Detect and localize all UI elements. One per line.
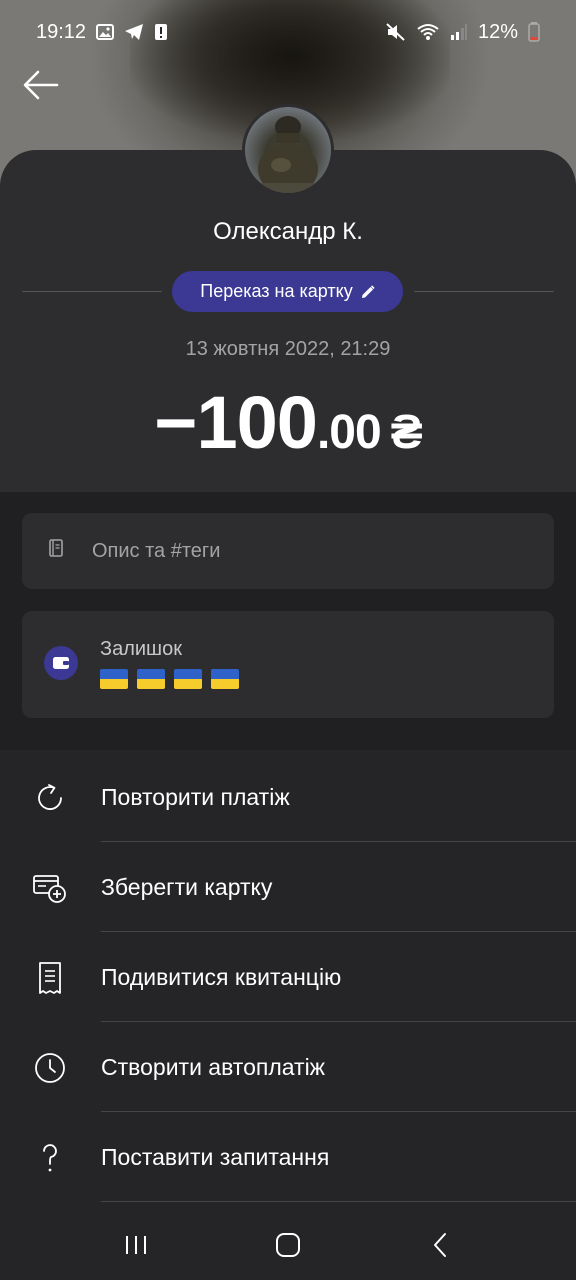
save-card-button[interactable]: Зберегти картку <box>0 842 576 932</box>
repeat-payment-button[interactable]: Повторити платіж <box>0 752 576 842</box>
mute-icon <box>386 23 406 41</box>
divider-right <box>414 291 554 292</box>
flag-ukraine-icon <box>137 669 165 689</box>
actions-menu: Повторити платіж Зберегти картку Подивит… <box>0 752 576 1202</box>
contact-name: Олександр К. <box>213 218 363 245</box>
description-placeholder: Опис та #теги <box>92 540 221 562</box>
transfer-type-pill[interactable]: Переказ на картку <box>172 271 403 312</box>
signal-icon <box>450 23 468 41</box>
home-button[interactable] <box>258 1220 318 1270</box>
card-add-icon <box>30 868 70 908</box>
recent-apps-button[interactable] <box>106 1220 166 1270</box>
balance-label: Залишок <box>100 638 182 660</box>
amount-sign: − <box>154 381 197 464</box>
pencil-icon <box>361 284 375 298</box>
menu-divider <box>101 1201 576 1202</box>
clock-icon <box>30 1048 70 1088</box>
balance-field: Залишок <box>22 611 554 718</box>
transaction-amount: −100.00 ₴ <box>0 380 576 465</box>
divider-left <box>22 291 162 292</box>
avatar <box>242 104 334 196</box>
recents-icon <box>126 1236 146 1254</box>
view-receipt-button[interactable]: Подивитися квитанцію <box>0 932 576 1022</box>
menu-item-label: Створити автоплатіж <box>101 1053 326 1080</box>
battery-icon <box>528 22 540 42</box>
arrow-left-icon <box>23 70 59 100</box>
gallery-notification-icon <box>96 24 115 40</box>
system-back-button[interactable] <box>410 1220 470 1270</box>
menu-item-label: Зберегти картку <box>101 873 273 900</box>
transaction-datetime: 13 жовтня 2022, 21:29 <box>185 338 391 360</box>
back-button[interactable] <box>20 64 62 106</box>
receipt-icon <box>30 958 70 998</box>
menu-item-label: Повторити платіж <box>101 783 290 810</box>
flag-ukraine-icon <box>174 669 202 689</box>
system-nav-bar <box>0 1210 576 1280</box>
flag-ukraine-icon <box>100 669 128 689</box>
notebook-icon <box>48 539 64 562</box>
question-icon <box>30 1138 70 1178</box>
flag-ukraine-icon <box>211 669 239 689</box>
amount-integer: 100 <box>196 381 318 464</box>
create-autopayment-button[interactable]: Створити автоплатіж <box>0 1022 576 1112</box>
home-icon <box>276 1233 300 1257</box>
status-time: 19:12 <box>36 20 87 43</box>
status-right: 12% <box>386 21 540 44</box>
status-left: 19:12 <box>36 21 168 44</box>
wifi-icon <box>416 23 440 41</box>
wallet-icon <box>44 646 78 680</box>
avatar-photo <box>245 116 331 193</box>
transfer-type-label: Переказ на картку <box>200 281 353 301</box>
amount-decimal: .00 <box>316 406 382 459</box>
alert-notification-icon <box>154 23 168 41</box>
currency-symbol: ₴ <box>390 406 423 459</box>
menu-item-label: Подивитися квитанцію <box>101 963 342 990</box>
balance-masked-value[interactable] <box>100 669 239 689</box>
repeat-icon <box>30 778 70 818</box>
battery-percent: 12% <box>477 20 518 43</box>
telegram-notification-icon <box>124 23 144 41</box>
menu-item-label: Поставити запитання <box>101 1143 330 1170</box>
ask-question-button[interactable]: Поставити запитання <box>0 1112 576 1202</box>
chevron-left-icon <box>434 1233 446 1257</box>
status-bar: 19:12 12% <box>0 0 576 64</box>
description-field[interactable]: Опис та #теги <box>22 513 554 589</box>
